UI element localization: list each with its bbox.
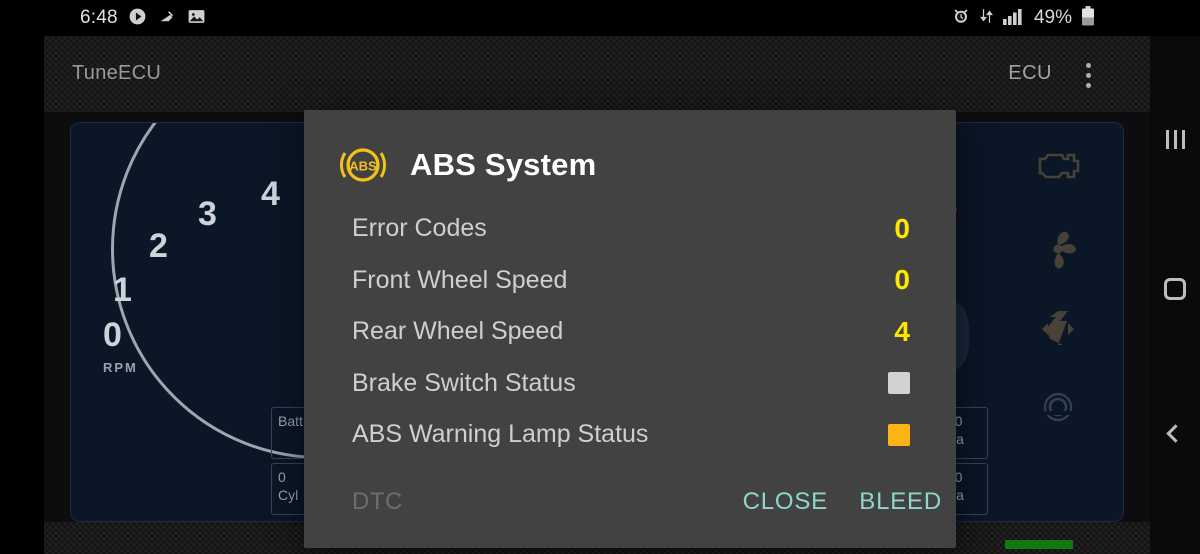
ecu-label[interactable]: ECU xyxy=(1008,62,1052,85)
list-item: Error Codes 0 xyxy=(352,203,922,255)
status-badge-abs-warning-lamp xyxy=(888,423,910,446)
connection-status-bar xyxy=(1005,540,1073,549)
abs-readout-list: Error Codes 0 Front Wheel Speed 0 Rear W… xyxy=(352,203,922,461)
fan-icon xyxy=(1032,227,1084,271)
list-item: Front Wheel Speed 0 xyxy=(352,255,922,307)
data-transfer-icon xyxy=(979,7,994,29)
rpm-unit-label: RPM xyxy=(103,360,138,375)
media-play-icon xyxy=(128,7,147,30)
close-button[interactable]: CLOSE xyxy=(743,488,828,516)
phone-screenshot: 6:48 49% TuneECU ECU 0 1 2 3 4 RPM Batt … xyxy=(0,0,1200,554)
tuneecu-app-window: TuneECU ECU 0 1 2 3 4 RPM 2 000 0 xyxy=(44,36,1150,554)
battery-percent: 49% xyxy=(1033,7,1072,28)
list-item: Brake Switch Status xyxy=(352,358,922,410)
status-bar-clock: 6:48 xyxy=(80,7,118,28)
app-bar: TuneECU ECU xyxy=(44,36,1150,112)
dialog-title: ABS System xyxy=(410,147,597,182)
row-label-rear-wheel-speed: Rear Wheel Speed xyxy=(352,317,564,346)
image-icon xyxy=(187,7,206,30)
rpm-tick-2: 2 xyxy=(149,227,168,265)
row-value-rear-wheel-speed: 4 xyxy=(894,315,910,347)
status-badge-brake-switch xyxy=(888,372,910,395)
abs-system-dialog: ABS ABS System Error Codes 0 Front Wheel… xyxy=(304,110,956,548)
status-bar: 6:48 49% xyxy=(0,0,1200,36)
rpm-tick-4: 4 xyxy=(261,175,280,213)
bleed-button[interactable]: BLEED xyxy=(859,488,942,516)
list-item: ABS Warning Lamp Status xyxy=(352,409,922,461)
sweep-icon xyxy=(157,7,177,30)
dialog-footer: DTC CLOSE BLEED xyxy=(304,472,956,548)
status-bar-right: 49% xyxy=(952,0,1095,36)
home-icon[interactable] xyxy=(1150,264,1200,314)
list-item: Rear Wheel Speed 4 xyxy=(352,306,922,358)
row-label-front-wheel-speed: Front Wheel Speed xyxy=(352,265,568,294)
row-value-error-codes: 0 xyxy=(894,212,910,244)
abs-warning-icon: ABS xyxy=(338,140,388,190)
row-label-error-codes: Error Codes xyxy=(352,214,487,243)
row-label-brake-switch-status: Brake Switch Status xyxy=(352,368,576,397)
overflow-menu-icon[interactable] xyxy=(1074,58,1102,92)
recents-icon[interactable] xyxy=(1150,114,1200,164)
back-icon[interactable] xyxy=(1150,408,1200,458)
row-label-abs-warning-lamp-status: ABS Warning Lamp Status xyxy=(352,420,649,449)
signal-bars-icon xyxy=(1002,7,1025,29)
dtc-button[interactable]: DTC xyxy=(352,488,403,516)
oxygen-sensor-icon xyxy=(1032,387,1084,431)
rpm-tick-1: 1 xyxy=(113,271,132,309)
row-value-front-wheel-speed: 0 xyxy=(894,264,910,296)
alarm-icon xyxy=(952,7,970,29)
app-title: TuneECU xyxy=(72,62,162,84)
dialog-header: ABS ABS System xyxy=(338,140,596,190)
status-bar-left: 6:48 xyxy=(80,0,206,36)
svg-text:ABS: ABS xyxy=(349,159,377,174)
android-navigation-bar xyxy=(1150,36,1200,554)
rpm-tick-3: 3 xyxy=(198,195,217,233)
check-engine-icon xyxy=(1032,147,1084,191)
battery-box-line-1: Batt xyxy=(278,413,303,429)
ignition-bolt-icon xyxy=(1032,307,1084,351)
battery-icon xyxy=(1081,6,1095,30)
indicator-icon-strip xyxy=(1023,147,1093,431)
rpm-tick-0: 0 xyxy=(103,316,122,354)
